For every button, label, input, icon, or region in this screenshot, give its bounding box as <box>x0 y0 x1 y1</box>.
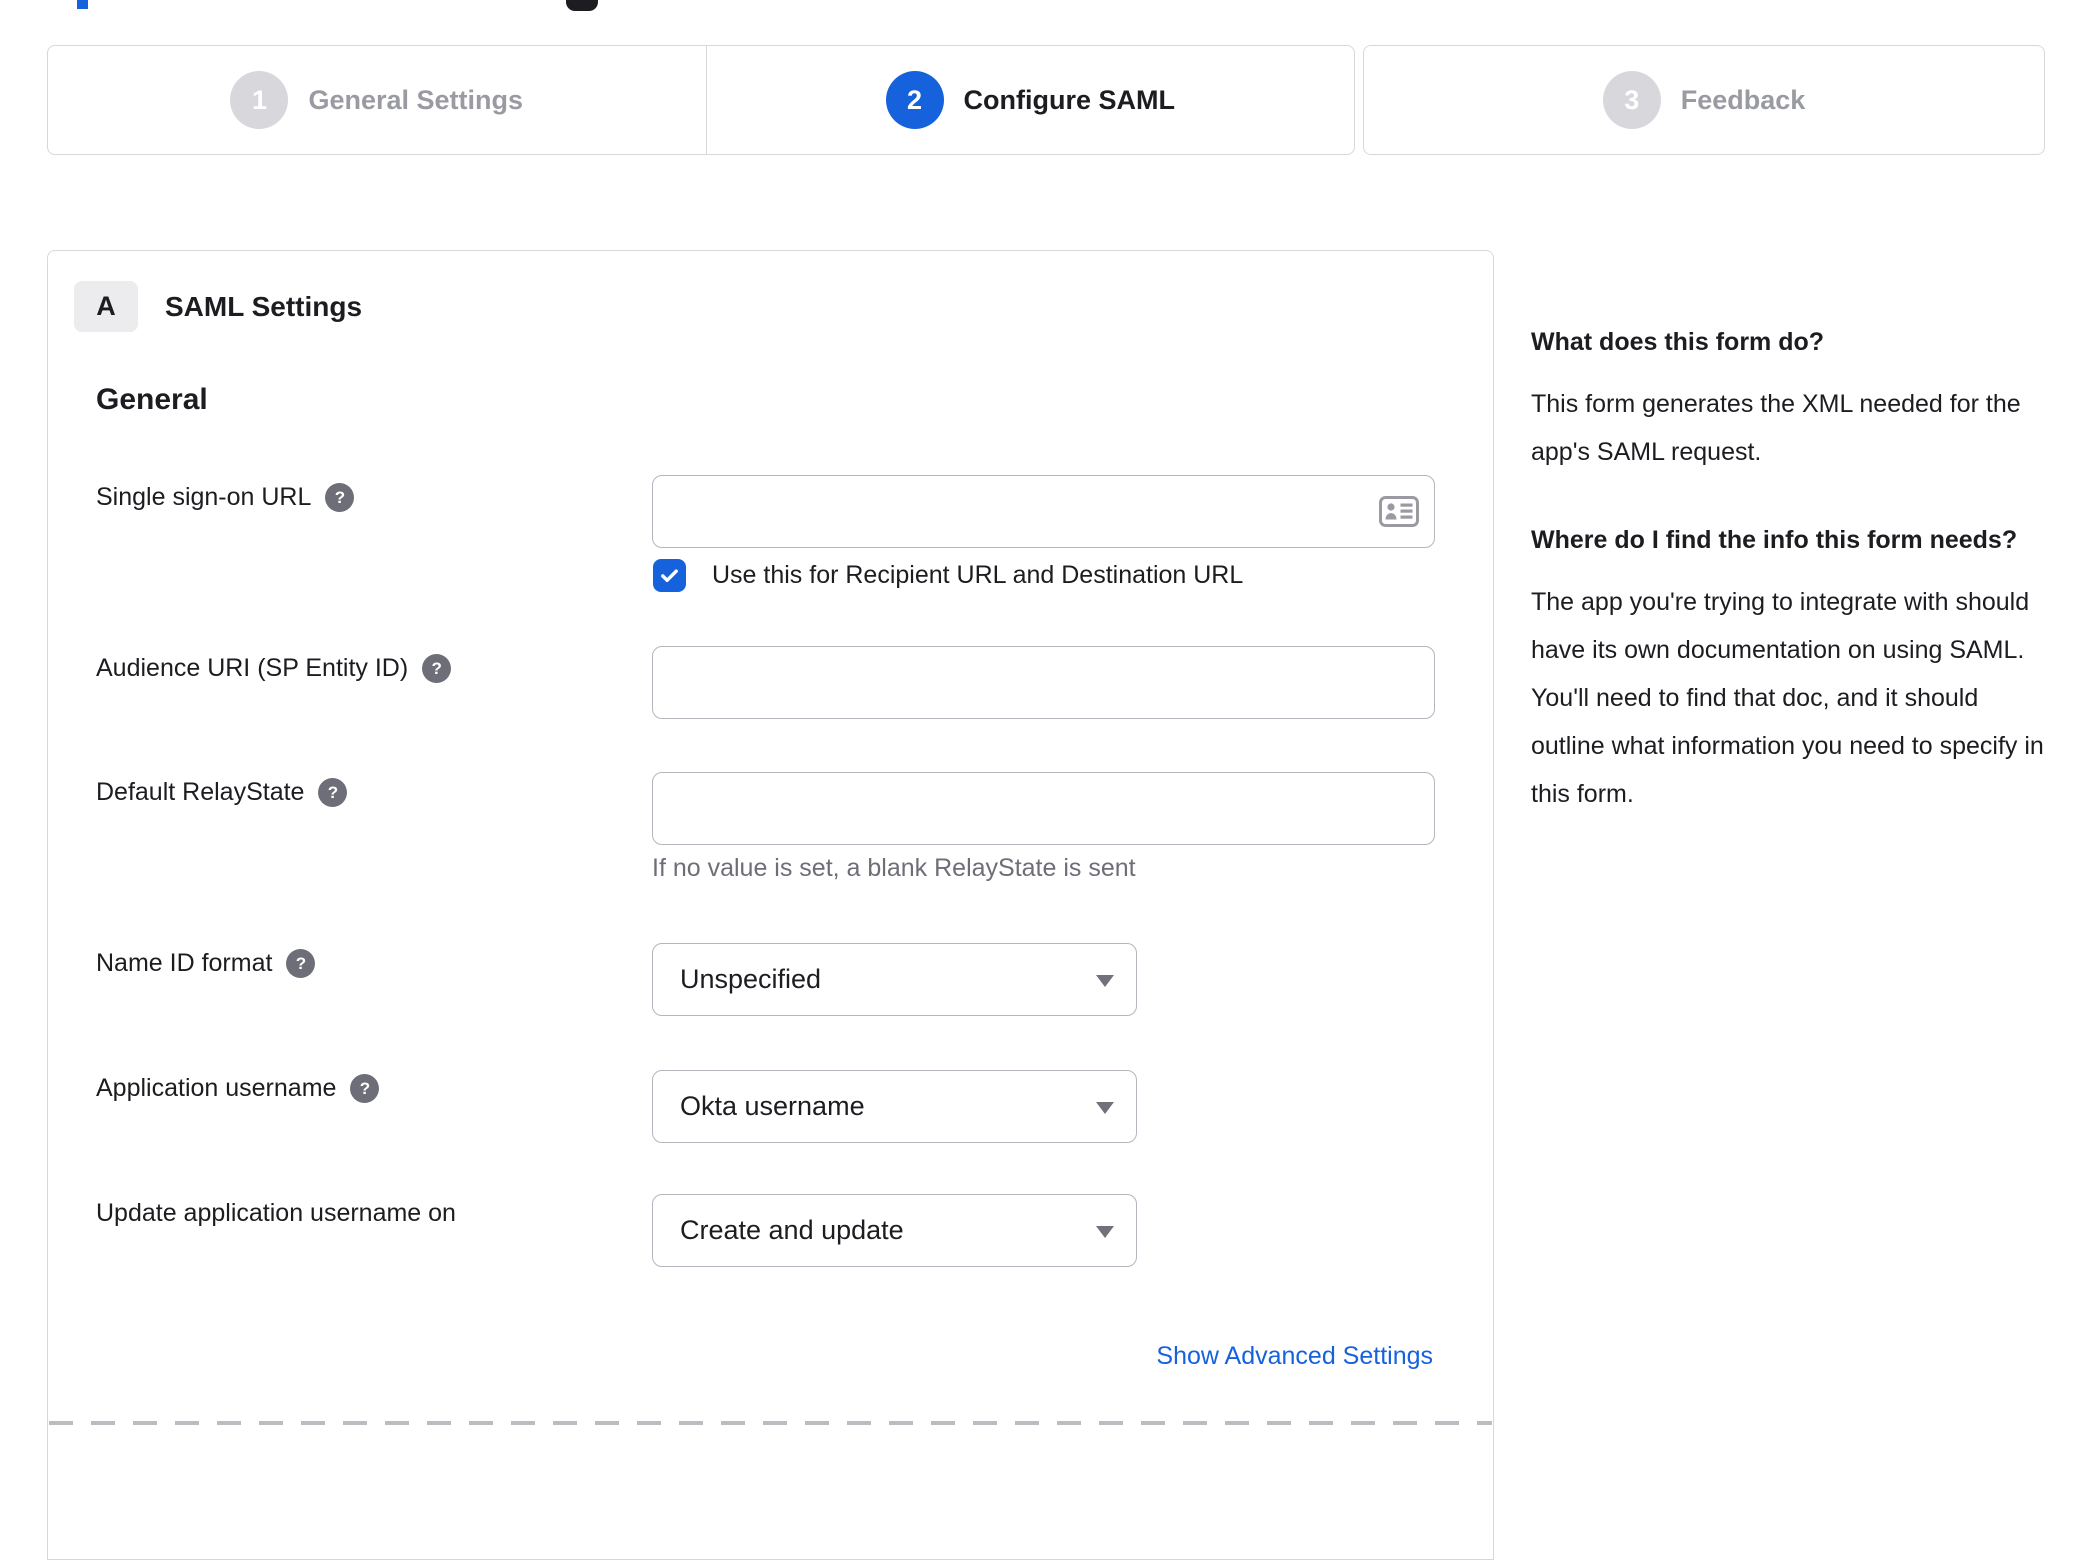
sidebar-body-where: The app you're trying to integrate with … <box>1531 588 2044 808</box>
cutoff-blue-element <box>77 0 88 9</box>
help-sidebar: What does this form do? This form genera… <box>1531 318 2047 858</box>
name-id-format-select[interactable]: Unspecified <box>652 943 1137 1016</box>
card-title: SAML Settings <box>165 291 363 322</box>
single-sign-on-url-input[interactable] <box>652 475 1435 548</box>
default-relaystate-input[interactable] <box>652 772 1435 845</box>
single-sign-on-url-label: Single sign-on URL <box>96 483 312 511</box>
wizard-stepper: 1 General Settings 2 Configure SAML 3 Fe… <box>47 45 2045 155</box>
section-badge-a: A <box>74 281 138 332</box>
help-icon[interactable]: ? <box>325 483 355 512</box>
audience-uri-field-wrap <box>652 646 1435 719</box>
recipient-url-checkbox-label: Use this for Recipient URL and Destinati… <box>712 561 1244 589</box>
update-application-username-select[interactable]: Create and update <box>652 1194 1137 1267</box>
sidebar-body-what: This form generates the XML needed for t… <box>1531 390 2021 466</box>
application-username-label: Application username <box>96 1074 337 1102</box>
sidebar-heading-where: Where do I find the info this form needs… <box>1531 526 2018 554</box>
contact-card-icon <box>1379 496 1419 527</box>
audience-uri-label: Audience URI (SP Entity ID) <box>96 654 409 682</box>
audience-uri-input[interactable] <box>652 646 1435 719</box>
field-label-row: Name ID format ? <box>96 949 316 978</box>
chevron-down-icon <box>1096 1102 1114 1114</box>
step-number-2: 2 <box>885 71 944 129</box>
chevron-down-icon <box>1096 1226 1114 1238</box>
application-username-value: Okta username <box>680 1091 865 1121</box>
recipient-url-checkbox-row: Use this for Recipient URL and Destinati… <box>653 559 1243 592</box>
default-relaystate-field-wrap <box>652 772 1435 845</box>
application-username-select[interactable]: Okta username <box>652 1070 1137 1143</box>
single-sign-on-url-field-wrap <box>652 475 1435 548</box>
name-id-format-label: Name ID format <box>96 949 273 977</box>
field-label-row: Single sign-on URL ? <box>96 483 355 512</box>
field-label-row: Audience URI (SP Entity ID) ? <box>96 654 452 683</box>
step-label-configure-saml: Configure SAML <box>963 84 1175 115</box>
update-application-username-value: Create and update <box>680 1215 904 1245</box>
section-dashed-divider <box>49 1421 1492 1425</box>
step-label-general-settings: General Settings <box>308 84 524 115</box>
step-label-feedback: Feedback <box>1680 84 1806 115</box>
step-general-settings[interactable]: 1 General Settings <box>48 46 706 154</box>
field-label-row: Application username ? <box>96 1074 380 1103</box>
show-advanced-settings-link[interactable]: Show Advanced Settings <box>1156 1342 1433 1371</box>
stepper-group-feedback: 3 Feedback <box>1363 45 2045 155</box>
update-application-username-label: Update application username on <box>96 1199 456 1227</box>
help-icon[interactable]: ? <box>422 654 452 683</box>
relaystate-helper-text: If no value is set, a blank RelayState i… <box>652 854 1136 882</box>
step-number-1: 1 <box>230 71 289 129</box>
cutoff-logo-bottom <box>566 0 598 11</box>
step-configure-saml[interactable]: 2 Configure SAML <box>707 46 1355 154</box>
check-icon <box>661 569 678 583</box>
help-icon[interactable]: ? <box>350 1074 380 1103</box>
help-icon[interactable]: ? <box>318 778 348 807</box>
chevron-down-icon <box>1096 975 1114 987</box>
field-label-row: Update application username on <box>96 1199 456 1228</box>
field-label-row: Default RelayState ? <box>96 778 348 807</box>
help-icon[interactable]: ? <box>286 949 316 978</box>
group-title-general: General <box>96 383 208 416</box>
recipient-url-checkbox[interactable] <box>653 559 686 592</box>
default-relaystate-label: Default RelayState <box>96 778 305 806</box>
step-feedback[interactable]: 3 Feedback <box>1364 46 2044 154</box>
saml-settings-card: A SAML Settings General Single sign-on U… <box>47 250 1494 1560</box>
sidebar-heading-what: What does this form do? <box>1531 328 1825 356</box>
stepper-group-main: 1 General Settings 2 Configure SAML <box>47 45 1355 155</box>
step-number-3: 3 <box>1602 71 1661 129</box>
name-id-format-value: Unspecified <box>680 964 822 994</box>
